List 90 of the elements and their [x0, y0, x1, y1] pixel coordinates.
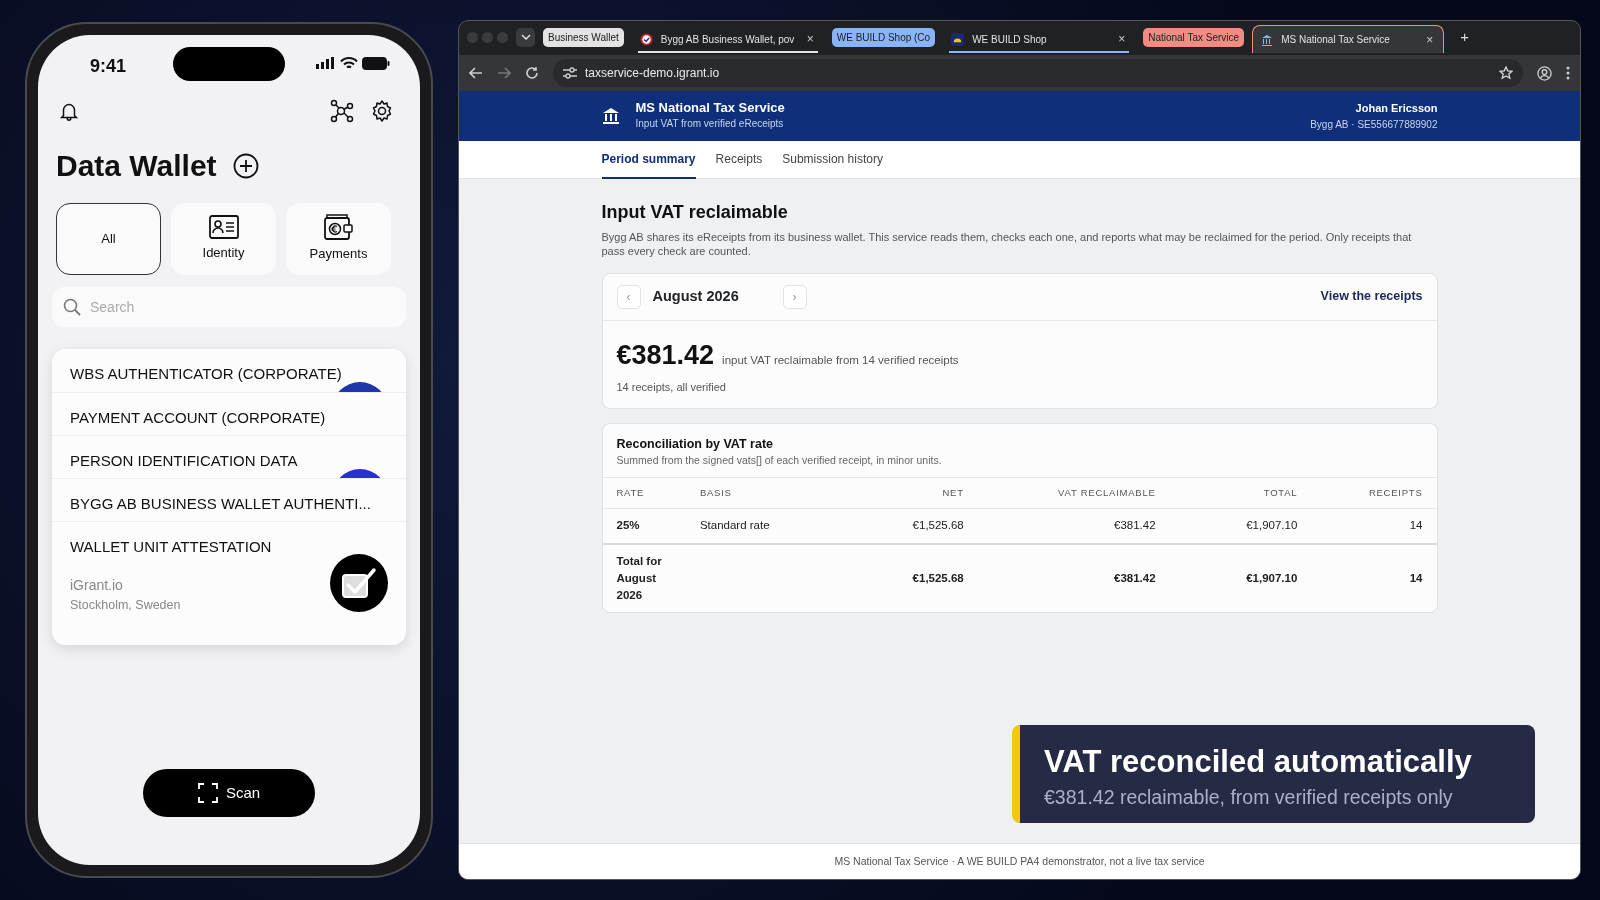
- column-header: VAT RECLAIMABLE: [977, 477, 1170, 509]
- address-bar[interactable]: taxservice-demo.igrant.io: [553, 59, 1523, 87]
- table-cell: €1,525.68: [912, 571, 964, 584]
- card-title: WALLET UNIT ATTESTATION: [70, 537, 273, 557]
- close-tab-button[interactable]: ×: [1116, 33, 1128, 45]
- table-cell: €381.42: [1114, 571, 1156, 584]
- close-tab-button[interactable]: ×: [1424, 33, 1436, 46]
- credential-card[interactable]: WBS AUTHENTICATOR (CORPORATE): [52, 349, 406, 392]
- footer-text: MS National Tax Service · A WE BUILD PA4 demonstrator, not a live tax service: [834, 853, 1205, 869]
- credential-card[interactable]: PAYMENT ACCOUNT (CORPORATE): [52, 392, 406, 435]
- back-icon[interactable]: [469, 66, 483, 80]
- search-field[interactable]: Search: [52, 287, 406, 327]
- status-time: 9:41: [90, 55, 127, 78]
- tab-search-button[interactable]: [516, 27, 535, 47]
- star-icon[interactable]: [1499, 66, 1513, 80]
- bank-icon: [1261, 33, 1274, 46]
- service-name: MS National Tax Service: [635, 101, 785, 116]
- settings-icon[interactable]: [370, 99, 394, 123]
- credential-card[interactable]: BYGG AB BUSINESS WALLET AUTHENTI...: [52, 478, 406, 521]
- reload-icon[interactable]: [525, 66, 539, 80]
- receipt-status: 14 receipts, all verified: [616, 380, 727, 396]
- id-card-icon: [208, 215, 239, 240]
- banner-text: €381.42 reclaimable, from verified receipts only: [1044, 785, 1454, 811]
- card-title: WBS AUTHENTICATOR (CORPORATE): [70, 364, 343, 384]
- column-header: RECEIPTS: [1311, 477, 1437, 509]
- forward-icon[interactable]: [497, 66, 511, 80]
- nav-tab[interactable]: Period summary: [601, 141, 696, 179]
- table-cell: €1,907.10: [1246, 571, 1298, 584]
- reclaimable-amount: €381.42: [616, 338, 715, 372]
- tab-group-label[interactable]: Business Wallet: [543, 27, 624, 47]
- checkbox-icon: [341, 567, 377, 599]
- profile-icon[interactable]: [1537, 65, 1552, 81]
- card-subtitle: Summed from the signed vats[] of each verified receipt, in minor units.: [616, 453, 943, 469]
- user-organisation: Bygg AB · SE556677889902: [1310, 117, 1438, 132]
- table-cell: €381.42: [1114, 519, 1156, 532]
- table-cell: 14: [1409, 519, 1423, 532]
- nav-tab[interactable]: Receipts: [715, 141, 763, 179]
- card-title: Reconciliation by VAT rate: [616, 435, 774, 453]
- card-title: PAYMENT ACCOUNT (CORPORATE): [70, 408, 327, 428]
- table-cell: 14: [1409, 571, 1423, 584]
- category-tab[interactable]: All: [56, 203, 161, 275]
- card-issuer: iGrant.io: [70, 575, 123, 595]
- browser-tab[interactable]: Bygg AB Business Wallet, pov ×: [631, 25, 824, 53]
- table-cell: 25%: [616, 519, 640, 532]
- column-header: BASIS: [685, 477, 828, 509]
- card-location: Stockholm, Sweden: [70, 596, 181, 614]
- view-receipts-link[interactable]: View the receipts: [1320, 287, 1423, 306]
- wallet-icon: [323, 214, 354, 241]
- tab-group-label[interactable]: WE BUILD Shop (Co: [831, 27, 936, 47]
- credential-card[interactable]: PERSON IDENTIFICATION DATA: [52, 435, 406, 478]
- page-description: Bygg AB shares its eReceipts from its business wallet. This service reads them, checks each one, and reports what may be reclaimed for the period. Only receipts that pass every check are counted.: [601, 230, 1413, 259]
- app-title: Data Wallet: [56, 148, 217, 184]
- card-title: BYGG AB BUSINESS WALLET AUTHENTI...: [70, 494, 372, 514]
- tab-group-label[interactable]: National Tax Service: [1143, 27, 1245, 47]
- amount-caption: input VAT reclaimable from 14 verified receipts: [722, 352, 959, 368]
- add-icon[interactable]: [232, 152, 259, 179]
- search-icon: [63, 298, 81, 316]
- battery-icon: [362, 57, 390, 70]
- browser-tab[interactable]: WE BUILD Shop ×: [943, 25, 1136, 53]
- wifi-icon: [340, 57, 358, 70]
- period-month: August 2026: [651, 286, 740, 306]
- new-tab-button[interactable]: +: [1452, 25, 1477, 49]
- credential-card[interactable]: WALLET UNIT ATTESTATION iGrant.io Stockholm, Sweden: [52, 521, 406, 645]
- check-badge-icon: [639, 32, 653, 46]
- banner-title: VAT reconciled automatically: [1044, 745, 1473, 780]
- scan-button[interactable]: Scan: [143, 769, 315, 817]
- sunrise-icon: [951, 32, 965, 46]
- category-tab[interactable]: Identity: [171, 203, 276, 275]
- table-cell: Standard rate: [699, 519, 770, 532]
- signal-icon: [316, 57, 336, 69]
- column-header: TOTAL: [1169, 477, 1312, 509]
- browser-tab[interactable]: MS National Tax Service ×: [1252, 25, 1445, 53]
- table-cell: €1,525.68: [912, 519, 964, 532]
- column-header: RATE: [602, 477, 686, 509]
- network-icon[interactable]: [330, 99, 354, 123]
- scan-frame-icon: [197, 783, 218, 803]
- page-heading: Input VAT reclaimable: [601, 201, 789, 224]
- table-cell: €1,907.10: [1246, 519, 1298, 532]
- close-tab-button[interactable]: ×: [804, 33, 816, 45]
- nav-tab[interactable]: Submission history: [782, 141, 883, 179]
- service-subtitle: Input VAT from verified eReceipts: [635, 116, 785, 131]
- menu-icon[interactable]: [1566, 66, 1570, 80]
- site-info-icon: [563, 67, 577, 79]
- chevron-down-icon: [520, 34, 531, 40]
- bank-icon: [601, 107, 620, 125]
- category-tab[interactable]: Payments: [286, 203, 391, 275]
- card-title: PERSON IDENTIFICATION DATA: [70, 451, 299, 471]
- total-label: Total for August 2026: [616, 554, 662, 602]
- user-name: Johan Ericsson: [1354, 101, 1438, 117]
- column-header: NET: [827, 477, 978, 509]
